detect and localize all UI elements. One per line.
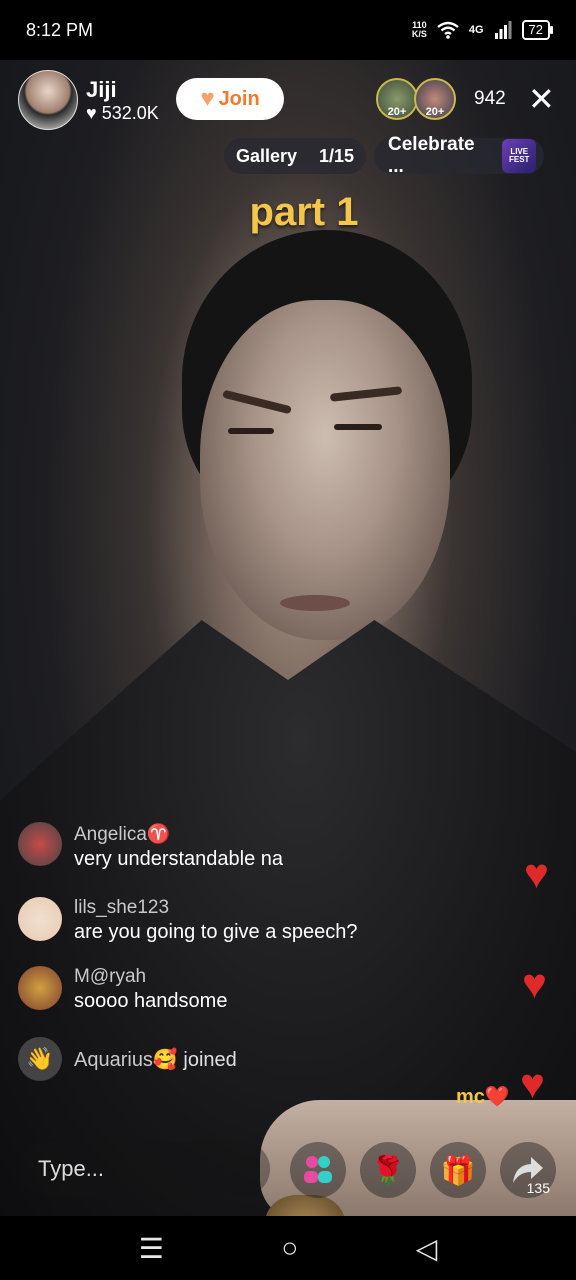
share-button[interactable]: 135	[500, 1142, 556, 1198]
chat-message[interactable]: Angelica♈ very understandable na	[18, 822, 458, 871]
status-time: 8:12 PM	[26, 19, 94, 40]
overlay-caption: part 1	[249, 190, 359, 234]
join-button[interactable]: ♥ Join	[176, 78, 284, 120]
chat-message[interactable]: M@ryah soooo handsome	[18, 966, 458, 1013]
celebrate-pill[interactable]: Celebrate ... LIVE FEST	[374, 134, 544, 177]
host-profile[interactable]: Jiji ♥ 532.0K	[18, 70, 159, 130]
close-icon[interactable]: ✕	[528, 83, 555, 115]
rose-gift-icon[interactable]: 🌹	[360, 1142, 416, 1198]
celebrate-label: Celebrate ...	[388, 134, 475, 177]
top-viewers[interactable]: 20+ 20+ 942	[376, 78, 506, 120]
back-icon[interactable]: ◁	[416, 1232, 438, 1265]
chat-content: M@ryah soooo handsome	[74, 966, 227, 1013]
chat-avatar[interactable]	[18, 822, 62, 866]
chat-username: Angelica♈	[74, 824, 171, 845]
gallery-label: Gallery	[236, 145, 298, 166]
chat-text: soooo handsome	[74, 990, 228, 1012]
battery-icon: 72	[521, 20, 554, 40]
floating-heart-icon: ♥	[520, 1060, 545, 1107]
live-fest-icon: LIVE FEST	[502, 139, 536, 173]
net-speed: 110 K/S	[411, 20, 427, 39]
gift-icon[interactable]: 🎁	[430, 1142, 486, 1198]
share-count: 135	[526, 1180, 550, 1196]
status-bar: 8:12 PM 110 K/S 4G 72	[0, 0, 576, 60]
heart-icon: ♥	[86, 102, 97, 123]
live-bottom-bar: 🌹 🎁 135	[0, 1140, 576, 1200]
menu-icon[interactable]: ☰	[139, 1232, 164, 1265]
viewer-count[interactable]: 942	[474, 88, 506, 110]
heart-plus-icon: ♥	[200, 85, 215, 112]
wave-hand-icon: 👋	[18, 1037, 62, 1081]
chat-text: very understandable na	[74, 848, 284, 870]
friends-icon[interactable]	[290, 1142, 346, 1198]
chat-message[interactable]: lils_she123 are you going to give a spee…	[18, 897, 458, 944]
video-face	[200, 300, 450, 640]
host-likes: ♥ 532.0K	[86, 102, 159, 123]
host-avatar[interactable]	[18, 70, 78, 130]
network-type: 4G	[468, 24, 484, 36]
floating-heart-icon: ♥	[524, 850, 549, 897]
status-icons: 110 K/S 4G 72	[411, 20, 554, 40]
gallery-position: 1/15	[318, 145, 354, 166]
live-header: Jiji ♥ 532.0K ♥ Join 20+ 20+ 942 ✕	[0, 70, 576, 130]
join-label: Join	[218, 87, 260, 110]
viewer-avatar[interactable]: 20+	[376, 78, 418, 120]
chat-avatar[interactable]	[18, 897, 62, 941]
host-info: Jiji ♥ 532.0K	[86, 77, 159, 124]
gallery-pill[interactable]: Gallery 1/15	[224, 138, 366, 174]
joined-text: Aquarius🥰 joined	[74, 1048, 237, 1071]
video-mouth	[280, 595, 350, 611]
home-icon[interactable]: ○	[281, 1232, 298, 1264]
chat-content: Angelica♈ very understandable na	[74, 822, 283, 871]
joined-username[interactable]: Aquarius🥰	[74, 1049, 178, 1071]
host-name: Jiji	[86, 76, 117, 102]
chat-content: lils_she123 are you going to give a spee…	[74, 897, 358, 944]
chat-username: M@ryah	[74, 966, 147, 987]
chat-feed: Angelica♈ very understandable na lils_sh…	[18, 822, 458, 1081]
mc-tag: mc❤️	[456, 1086, 510, 1108]
viewer-avatar[interactable]: 20+	[414, 78, 456, 120]
joined-notice: 👋 Aquarius🥰 joined	[18, 1037, 458, 1081]
video-eye	[228, 428, 274, 434]
chat-username: lils_she123	[74, 897, 170, 918]
comment-input[interactable]	[20, 1142, 270, 1196]
wifi-icon	[437, 21, 459, 39]
floating-heart-icon: ♥	[522, 960, 547, 1007]
chat-avatar[interactable]	[18, 966, 62, 1010]
signal-icon	[494, 21, 512, 39]
video-eye	[334, 424, 382, 430]
system-nav-bar: ☰ ○ ◁	[0, 1216, 576, 1280]
chat-text: are you going to give a speech?	[74, 921, 358, 943]
live-sub-bar: Gallery 1/15 Celebrate ... LIVE FEST	[224, 134, 544, 177]
